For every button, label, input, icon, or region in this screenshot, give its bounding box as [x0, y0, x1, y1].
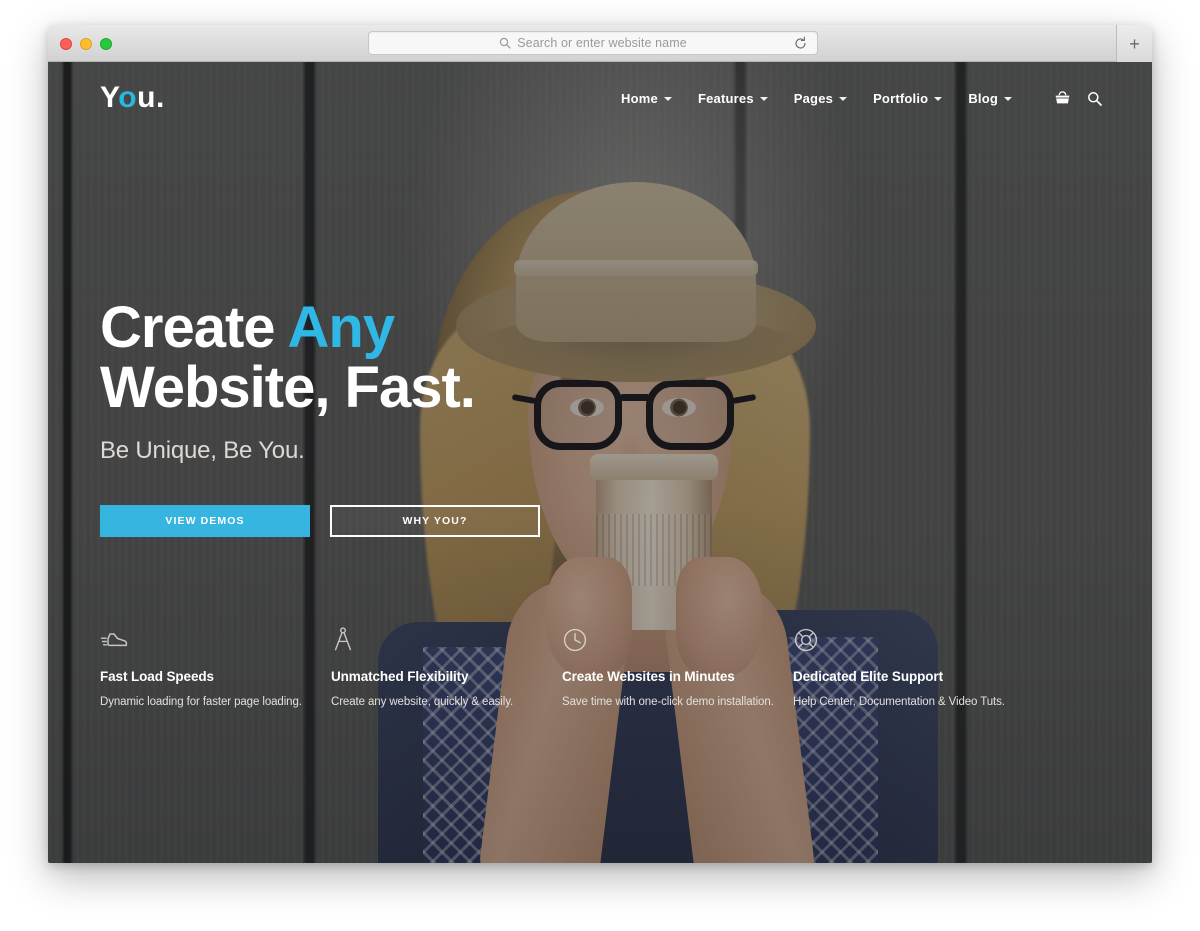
- feature-title: Fast Load Speeds: [100, 669, 214, 684]
- feature-create-websites-in-minutes: Create Websites in Minutes Save time wit…: [562, 627, 793, 708]
- site-header: You. Home Features Pages Portfolio Blog: [48, 62, 1152, 134]
- feature-description: Help Center, Documentation & Video Tuts.: [793, 696, 1005, 708]
- hero-cta-row: VIEW DEMOS WHY YOU?: [100, 504, 740, 537]
- maximize-window-button[interactable]: [100, 38, 112, 50]
- nav-label: Home: [621, 90, 658, 106]
- clock-icon: [562, 627, 793, 661]
- address-bar-placeholder: Search or enter website name: [517, 36, 687, 50]
- nav-label: Pages: [793, 90, 834, 106]
- new-tab-label: +: [1129, 33, 1140, 54]
- window-controls: [60, 38, 112, 50]
- feature-fast-load-speeds: Fast Load Speeds Dynamic loading for fas…: [100, 627, 331, 708]
- feature-description: Save time with one-click demo installati…: [562, 696, 774, 708]
- site-logo[interactable]: You.: [100, 83, 165, 113]
- browser-window: Search or enter website name + You. Home…: [48, 25, 1152, 863]
- feature-dedicated-elite-support: Dedicated Elite Support Help Center, Doc…: [793, 627, 1024, 708]
- headline-line-1: Create Any: [100, 295, 396, 360]
- chevron-down-icon: [759, 97, 768, 101]
- new-tab-button[interactable]: +: [1116, 25, 1152, 62]
- hero-headline: Create Any Website, Fast.: [100, 295, 740, 421]
- headline-line-2: Website, Fast.: [100, 355, 476, 421]
- feature-title: Unmatched Flexibility: [331, 669, 469, 684]
- nav-label: Portfolio: [873, 90, 929, 106]
- search-icon: [499, 37, 511, 49]
- feature-unmatched-flexibility: Unmatched Flexibility Create any website…: [331, 627, 562, 708]
- chevron-down-icon: [839, 97, 848, 101]
- nav-item-home[interactable]: Home: [621, 91, 672, 106]
- feature-description: Dynamic loading for faster page loading.: [100, 696, 302, 708]
- close-window-button[interactable]: [60, 38, 72, 50]
- search-icon[interactable]: [1087, 91, 1102, 106]
- feature-title: Create Websites in Minutes: [562, 669, 735, 684]
- nav-label: Blog: [968, 90, 998, 106]
- feature-description: Create any website, quickly & easily.: [331, 696, 514, 708]
- headline-plain: Create: [100, 295, 288, 360]
- address-bar[interactable]: Search or enter website name: [368, 31, 818, 55]
- address-bar-content: Search or enter website name: [499, 36, 687, 50]
- logo-suffix: u.: [137, 81, 165, 114]
- main-navigation: Home Features Pages Portfolio Blog: [621, 90, 1102, 106]
- nav-item-blog[interactable]: Blog: [968, 91, 1012, 106]
- nav-label: Features: [697, 90, 754, 106]
- logo-prefix: Y: [100, 81, 119, 114]
- minimize-window-button[interactable]: [80, 38, 92, 50]
- feature-title: Dedicated Elite Support: [793, 669, 943, 684]
- hero-content: Create Any Website, Fast. Be Unique, Be …: [100, 295, 740, 537]
- feature-strip: Fast Load Speeds Dynamic loading for fas…: [100, 627, 1100, 708]
- view-demos-button[interactable]: VIEW DEMOS: [100, 504, 310, 537]
- chevron-down-icon: [934, 97, 943, 101]
- sneaker-icon: [100, 627, 331, 661]
- reload-icon[interactable]: [793, 36, 808, 51]
- basket-icon[interactable]: [1054, 90, 1071, 106]
- page-viewport: You. Home Features Pages Portfolio Blog …: [48, 62, 1152, 863]
- why-you-button[interactable]: WHY YOU?: [330, 504, 540, 537]
- nav-item-portfolio[interactable]: Portfolio: [873, 90, 943, 106]
- hero-subheadline: Be Unique, Be You.: [100, 436, 305, 464]
- headline-accent: Any: [287, 295, 396, 360]
- compass-divider-icon: [331, 627, 562, 661]
- chevron-down-icon: [1004, 97, 1012, 101]
- lifebuoy-icon: [793, 627, 1024, 661]
- logo-accent: o: [118, 81, 138, 114]
- nav-icon-group: [1054, 90, 1102, 106]
- browser-titlebar: Search or enter website name +: [48, 25, 1152, 62]
- nav-item-features[interactable]: Features: [698, 91, 768, 106]
- chevron-down-icon: [663, 97, 672, 101]
- nav-item-pages[interactable]: Pages: [793, 90, 848, 106]
